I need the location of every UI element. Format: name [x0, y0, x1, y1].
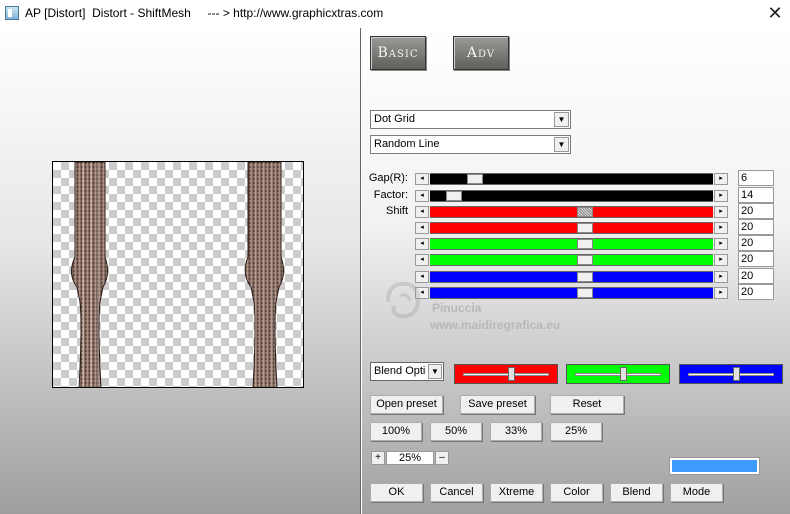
color-swatch[interactable] [669, 457, 760, 475]
title-bar: AP [Distort] Distort - ShiftMesh --- > h… [0, 0, 790, 28]
chevron-left-icon[interactable]: ◂ [415, 173, 429, 185]
chevron-right-icon[interactable]: ▸ [714, 190, 728, 202]
chevron-right-icon[interactable]: ▸ [714, 271, 728, 283]
mini-slider-track[interactable] [575, 373, 661, 376]
chevron-right-icon[interactable]: ▸ [714, 254, 728, 266]
slider-track[interactable] [430, 254, 713, 266]
slider-thumb[interactable] [577, 239, 593, 249]
preview-image[interactable] [52, 161, 304, 388]
reset-button[interactable]: Reset [550, 395, 624, 414]
slider-label: Gap(R): [368, 172, 408, 184]
app-icon [5, 6, 19, 20]
slider-thumb[interactable] [577, 207, 593, 217]
slider-row[interactable]: ◂ ▸ [415, 206, 728, 218]
line-dropdown[interactable]: Random Line ▼ [370, 135, 571, 154]
slider-label: Factor: [373, 189, 408, 201]
slider-row[interactable]: ◂ ▸ [415, 254, 728, 266]
zoom-50-button[interactable]: 50% [430, 422, 482, 441]
chevron-left-icon[interactable]: ◂ [415, 222, 429, 234]
slider-row[interactable]: ◂ ▸ [415, 190, 728, 202]
mode-button[interactable]: Mode [670, 483, 723, 502]
slider-thumb[interactable] [467, 174, 483, 184]
chevron-right-icon[interactable]: ▸ [714, 173, 728, 185]
zoom-25-button[interactable]: 25% [550, 422, 602, 441]
color-mini-slider[interactable] [566, 364, 670, 384]
slider-track[interactable] [430, 238, 713, 250]
slider-value-field[interactable]: 20 [738, 219, 774, 235]
slider-value-field[interactable]: 20 [738, 284, 774, 300]
ok-button[interactable]: OK [370, 483, 423, 502]
mini-slider-thumb[interactable] [733, 367, 740, 381]
slider-value-field[interactable]: 20 [738, 235, 774, 251]
pattern-dropdown-value: Dot Grid [374, 113, 415, 125]
close-button[interactable]: ✕ [765, 3, 785, 23]
chevron-down-icon: ▼ [554, 137, 569, 152]
line-dropdown-value: Random Line [374, 138, 440, 150]
chevron-left-icon[interactable]: ◂ [415, 254, 429, 266]
window-title: AP [Distort] Distort - ShiftMesh --- > h… [25, 6, 384, 20]
zoom-out-button[interactable]: – [435, 451, 449, 465]
slider-value-field[interactable]: 20 [738, 203, 774, 219]
slider-value-field[interactable]: 20 [738, 268, 774, 284]
chevron-right-icon[interactable]: ▸ [714, 238, 728, 250]
watermark-line2: www.maidiregrafica.eu [430, 318, 561, 332]
mini-slider-thumb[interactable] [620, 367, 627, 381]
chevron-left-icon[interactable]: ◂ [415, 190, 429, 202]
slider-value-field[interactable]: 20 [738, 251, 774, 267]
blend-options-value: Blend Options [374, 365, 426, 377]
chevron-right-icon[interactable]: ▸ [714, 206, 728, 218]
mini-slider-thumb[interactable] [508, 367, 515, 381]
chevron-right-icon[interactable]: ▸ [714, 222, 728, 234]
chevron-left-icon[interactable]: ◂ [415, 238, 429, 250]
tab-basic[interactable]: Basic [370, 36, 426, 70]
mini-slider-track[interactable] [463, 373, 549, 376]
blend-options-dropdown[interactable]: Blend Options ▼ [370, 362, 444, 381]
color-mini-slider[interactable] [679, 364, 783, 384]
slider-row[interactable]: ◂ ▸ [415, 238, 728, 250]
blend-button[interactable]: Blend [610, 483, 663, 502]
pattern-dropdown[interactable]: Dot Grid ▼ [370, 110, 571, 129]
cancel-button[interactable]: Cancel [430, 483, 483, 502]
chevron-down-icon: ▼ [554, 112, 569, 127]
slider-value-field[interactable]: 6 [738, 170, 774, 186]
open-preset-button[interactable]: Open preset [370, 395, 443, 414]
zoom-in-button[interactable]: + [371, 451, 385, 465]
slider-thumb[interactable] [577, 223, 593, 233]
slider-row[interactable]: ◂ ▸ [415, 222, 728, 234]
chevron-down-icon: ▼ [428, 364, 442, 379]
watermark-line1: Pinuccia [432, 301, 482, 315]
preview-pane [0, 28, 361, 514]
zoom-100-button[interactable]: 100% [370, 422, 422, 441]
slider-track[interactable] [430, 190, 713, 202]
color-button[interactable]: Color [550, 483, 603, 502]
zoom-level-field[interactable]: 25% [386, 451, 434, 465]
chevron-right-icon[interactable]: ▸ [714, 287, 728, 299]
slider-label: Shift [385, 205, 408, 217]
save-preset-button[interactable]: Save preset [460, 395, 535, 414]
xtreme-button[interactable]: Xtreme [490, 483, 543, 502]
preview-curtain-graphic [71, 162, 285, 387]
slider-thumb[interactable] [446, 191, 462, 201]
zoom-33-button[interactable]: 33% [490, 422, 542, 441]
tab-adv[interactable]: Adv [453, 36, 509, 70]
slider-thumb[interactable] [577, 255, 593, 265]
mini-slider-track[interactable] [688, 373, 774, 376]
slider-track[interactable] [430, 222, 713, 234]
slider-row[interactable]: ◂ ▸ [415, 173, 728, 185]
chevron-left-icon[interactable]: ◂ [415, 206, 429, 218]
slider-track[interactable] [430, 206, 713, 218]
color-mini-slider[interactable] [454, 364, 558, 384]
slider-value-field[interactable]: 14 [738, 187, 774, 203]
